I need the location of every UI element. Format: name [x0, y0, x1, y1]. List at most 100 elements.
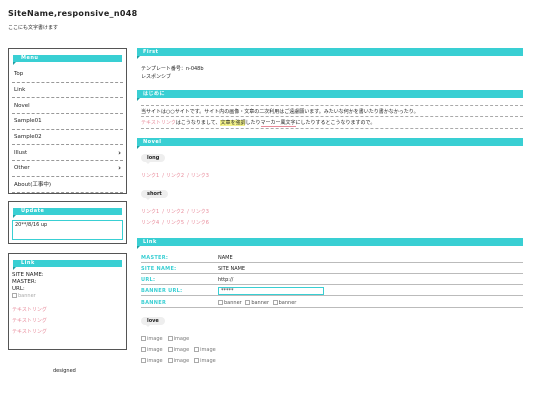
- section-link-heading: Link: [137, 238, 523, 249]
- menu-item-sample01[interactable]: Sample01: [12, 114, 123, 130]
- broken-image-icon: [12, 293, 17, 299]
- image-grid: image image image image image image imag…: [141, 333, 221, 366]
- divider: [141, 128, 523, 129]
- broken-image-icon: [245, 299, 251, 305]
- side-url: URL:: [12, 285, 25, 292]
- long-link-3[interactable]: リンク3: [191, 173, 209, 179]
- link-heading-label: Link: [21, 260, 35, 266]
- update-box: Update 20**/8/16 up: [8, 201, 127, 244]
- short-link-2[interactable]: リンク2: [166, 209, 184, 215]
- menu-item-link[interactable]: Link: [12, 83, 123, 99]
- chevron-right-icon: ›: [118, 148, 121, 157]
- intro-line-1: 当サイトは○○サイトです。サイト内の画像・文章の二次利用はご遠慮願います。みたい…: [141, 109, 419, 115]
- image-link[interactable]: image: [141, 357, 163, 364]
- link-key: SITE NAME:: [141, 265, 177, 272]
- section-novel-title: Novel: [143, 139, 162, 145]
- link-box: Link SITE NAME: MASTER: URL: banner テキスト…: [8, 253, 127, 350]
- menu-item-about[interactable]: About(工事中): [12, 177, 123, 193]
- menu-item-label: About(工事中): [14, 182, 52, 189]
- broken-image-icon: [194, 346, 200, 352]
- broken-image-icon: [141, 335, 146, 341]
- short-link-6[interactable]: リンク6: [191, 220, 209, 226]
- update-heading-label: Update: [21, 208, 45, 214]
- menu-item-top[interactable]: Top: [12, 67, 123, 83]
- section-intro-title: はじめに: [143, 91, 166, 97]
- menu-item-sample02[interactable]: Sample02: [12, 130, 123, 146]
- side-text-string-1[interactable]: テキストリング: [12, 305, 126, 316]
- menu-box: Menu Top Link Novel Sample01 Sample02 Illust ›…: [8, 48, 127, 194]
- menu-item-label: Other: [14, 165, 30, 172]
- section-intro-heading: はじめに: [137, 90, 523, 101]
- broken-image-icon: [194, 357, 200, 363]
- site-title[interactable]: SiteName,responsive_n048: [8, 9, 137, 18]
- menu-item-label: Sample01: [14, 118, 42, 125]
- image-link[interactable]: image: [194, 346, 216, 353]
- banner-alt: banner: [251, 299, 270, 306]
- love-label: love: [141, 317, 165, 327]
- short-links-row-1: リンク1/リンク2/リンク3: [141, 209, 209, 215]
- link-row-master: MASTER: NAME: [141, 253, 523, 263]
- link-key: URL:: [141, 276, 156, 283]
- link-heading: Link: [13, 260, 122, 270]
- long-links: リンク1/リンク2/リンク3: [141, 173, 209, 179]
- side-banner-alt: banner: [18, 293, 36, 300]
- menu-item-label: Novel: [14, 102, 30, 109]
- link-value: NAME: [218, 254, 233, 261]
- intro-emphasis: 文章を強調: [220, 120, 246, 126]
- broken-image-icon: [141, 357, 146, 363]
- link-value: SITE NAME: [218, 265, 246, 272]
- broken-image-icon: [141, 346, 146, 352]
- section-first-heading: First: [137, 48, 523, 59]
- long-link-2[interactable]: リンク2: [166, 173, 184, 179]
- divider: [141, 116, 523, 117]
- broken-image-icon: [167, 335, 173, 341]
- short-links-row-2: リンク4/リンク5/リンク6: [141, 220, 209, 226]
- broken-image-icon: [218, 299, 223, 305]
- short-link-4[interactable]: リンク4: [141, 220, 159, 226]
- link-value: http://: [218, 276, 234, 283]
- side-text-string-3[interactable]: テキストリング: [12, 327, 126, 338]
- link-row-site-name: SITE NAME: SITE NAME: [141, 264, 523, 274]
- intro-text-c: にしたりするとこうなりますので。: [295, 120, 376, 126]
- menu-item-label: Illust: [14, 149, 28, 156]
- menu-item-label: Sample02: [14, 134, 42, 141]
- link-row-banner-url: BANNER URL: *****: [141, 286, 523, 296]
- side-site-name: SITE NAME:: [12, 272, 44, 278]
- update-heading: Update: [13, 208, 122, 218]
- intro-text-link[interactable]: テキストリンク: [141, 120, 176, 126]
- long-link-1[interactable]: リンク1: [141, 173, 159, 179]
- menu-item-illust[interactable]: Illust ›: [12, 145, 123, 162]
- short-link-1[interactable]: リンク1: [141, 209, 159, 215]
- short-label: short: [141, 190, 168, 200]
- side-text-string-2[interactable]: テキストリング: [12, 316, 126, 327]
- banner-url-input[interactable]: *****: [218, 286, 324, 295]
- banner-alt: banner: [224, 299, 242, 306]
- update-textarea[interactable]: 20**/8/16 up: [12, 220, 123, 240]
- menu-item-novel[interactable]: Novel: [12, 98, 123, 115]
- designed-credit[interactable]: designed: [53, 368, 76, 374]
- menu-list: Top Link Novel Sample01 Sample02 Illust › Other…: [9, 67, 126, 193]
- image-link[interactable]: image: [167, 335, 189, 342]
- intro-text-a: はこうなりまして、: [175, 120, 221, 126]
- image-link[interactable]: image: [167, 346, 189, 353]
- menu-item-label: Top: [14, 71, 24, 78]
- image-link[interactable]: image: [141, 346, 163, 353]
- side-banner[interactable]: banner: [12, 292, 126, 300]
- image-link[interactable]: image: [167, 357, 189, 364]
- section-novel-heading: Novel: [137, 138, 523, 149]
- site-subtitle: ここにも文字書けます: [8, 25, 59, 31]
- link-row-banner: BANNER banner banner banner: [141, 298, 523, 308]
- menu-item-label: Link: [14, 87, 26, 94]
- side-master: MASTER:: [12, 278, 37, 285]
- image-link[interactable]: image: [194, 357, 216, 364]
- first-line-2: レスポンシブ: [141, 74, 172, 80]
- menu-heading-label: Menu: [21, 55, 39, 61]
- menu-item-other[interactable]: Other ›: [12, 161, 123, 177]
- section-first-title: First: [143, 49, 159, 55]
- long-label: long: [141, 154, 166, 164]
- intro-line-2: テキストリンクはこうなりまして、文章を強調したりマーカー風文字にしたりするとこう…: [141, 119, 376, 127]
- intro-text-b: したり: [245, 120, 261, 126]
- short-link-5[interactable]: リンク5: [166, 220, 184, 226]
- short-link-3[interactable]: リンク3: [191, 209, 209, 215]
- image-link[interactable]: image: [141, 335, 163, 342]
